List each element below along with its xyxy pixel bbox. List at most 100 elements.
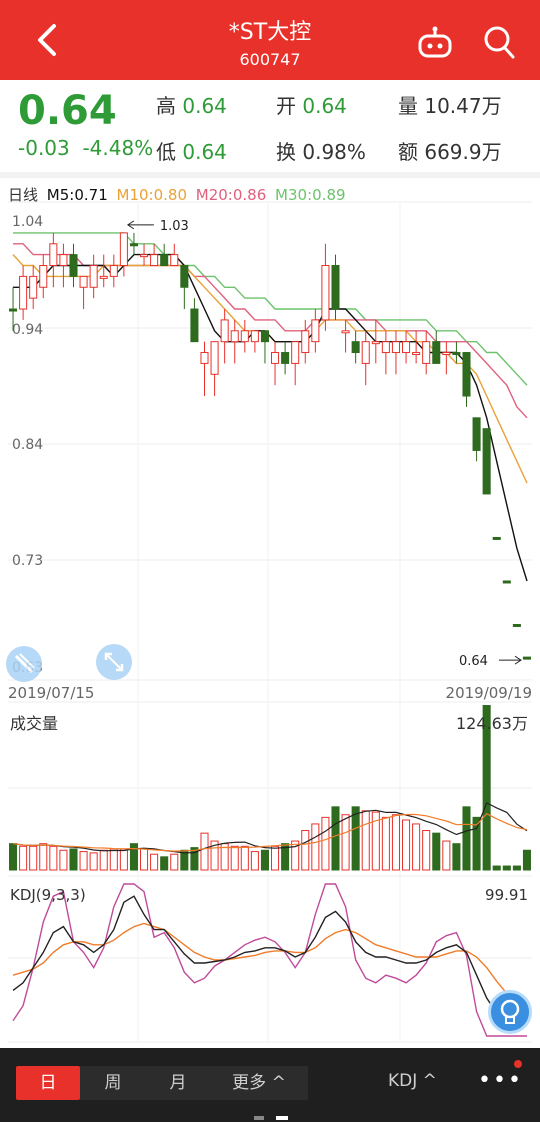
volume-bar bbox=[19, 845, 28, 871]
volume-bar bbox=[361, 810, 370, 871]
volume-bar bbox=[412, 823, 421, 871]
price-axis-label: 0.73 bbox=[12, 553, 43, 569]
candle bbox=[109, 265, 118, 277]
volume-bar bbox=[140, 848, 149, 871]
kdj-lines bbox=[12, 883, 528, 1037]
fullscreen-icon[interactable] bbox=[96, 644, 132, 680]
candle bbox=[119, 232, 128, 267]
candle bbox=[522, 656, 531, 660]
candle bbox=[99, 275, 108, 279]
candle bbox=[462, 352, 471, 397]
volume-max: 124.63万 bbox=[456, 714, 528, 733]
candle bbox=[210, 341, 219, 375]
candle bbox=[512, 623, 521, 627]
max-price-marker: 1.03 bbox=[160, 219, 189, 234]
start-date: 2019/07/15 bbox=[8, 684, 95, 702]
tab-month[interactable]: 月 bbox=[146, 1066, 210, 1100]
candle bbox=[79, 275, 88, 288]
candle bbox=[129, 243, 138, 247]
volume-bar bbox=[69, 848, 78, 871]
candle bbox=[402, 341, 411, 354]
candle bbox=[492, 536, 501, 540]
kdj_d-line bbox=[12, 922, 528, 1014]
candle bbox=[291, 341, 300, 364]
candle bbox=[432, 341, 441, 364]
page-indicator-active bbox=[276, 1116, 288, 1120]
candle bbox=[240, 330, 249, 343]
volume-bar bbox=[230, 845, 239, 871]
kdj-max: 99.91 bbox=[485, 886, 528, 904]
volume-bar bbox=[301, 830, 310, 871]
tab-week[interactable]: 周 bbox=[80, 1066, 146, 1100]
volume-bar bbox=[381, 816, 390, 871]
candle bbox=[391, 341, 400, 354]
volume-bar bbox=[422, 830, 431, 871]
chart-grid bbox=[8, 201, 532, 1043]
candle bbox=[341, 330, 350, 334]
more-menu-icon[interactable]: ••• bbox=[478, 1068, 523, 1093]
volume-bar bbox=[512, 865, 521, 871]
volume-bar bbox=[99, 849, 108, 871]
volume-bar bbox=[452, 843, 461, 871]
volume-bar bbox=[341, 814, 350, 871]
volume-bar bbox=[260, 849, 269, 871]
volume-bar bbox=[29, 845, 38, 871]
volume-bar bbox=[129, 843, 138, 871]
candle bbox=[281, 352, 290, 364]
volume-bar bbox=[200, 832, 209, 871]
candle bbox=[200, 352, 209, 364]
candles bbox=[9, 232, 531, 660]
lightbulb-icon[interactable] bbox=[488, 990, 532, 1034]
kdj_k-line bbox=[12, 895, 527, 1025]
volume-bar bbox=[311, 823, 320, 871]
volume-bar bbox=[160, 856, 169, 871]
kdj_j-line bbox=[12, 883, 527, 1037]
notification-dot bbox=[514, 1060, 522, 1068]
volume-bar bbox=[89, 852, 98, 871]
candle bbox=[230, 330, 239, 343]
candle bbox=[160, 254, 169, 267]
volume-bar bbox=[59, 849, 68, 871]
candle bbox=[220, 319, 229, 343]
price-axis-label: 0.94 bbox=[12, 322, 43, 338]
candle bbox=[381, 341, 390, 354]
volume-bar bbox=[9, 843, 18, 871]
volume-bar bbox=[250, 851, 259, 871]
ma10-line bbox=[12, 254, 528, 484]
end-date: 2019/09/19 bbox=[445, 684, 532, 702]
draw-line-icon[interactable] bbox=[6, 646, 42, 682]
volume-bar bbox=[150, 853, 159, 871]
candle bbox=[19, 275, 28, 310]
volume-bar bbox=[391, 814, 400, 871]
candle bbox=[89, 265, 98, 288]
volume-title: 成交量 bbox=[10, 714, 59, 733]
volume-bar bbox=[331, 806, 340, 871]
candle bbox=[69, 254, 78, 277]
volume-bar bbox=[119, 848, 128, 871]
candle bbox=[271, 352, 280, 364]
last-price-marker: 0.64 bbox=[459, 654, 488, 669]
volume-bar bbox=[240, 845, 249, 871]
indicator-selector[interactable]: KDJ ^ bbox=[388, 1071, 437, 1091]
volume-bar bbox=[402, 819, 411, 871]
ma30-line bbox=[13, 232, 528, 386]
tab-day[interactable]: 日 bbox=[16, 1066, 80, 1100]
candle bbox=[49, 243, 58, 267]
volume-bar bbox=[502, 865, 511, 871]
candle bbox=[9, 308, 18, 312]
price-axis: 1.040.940.840.730.63 bbox=[12, 214, 43, 676]
page-indicator bbox=[254, 1116, 264, 1120]
candle bbox=[190, 308, 199, 343]
candle bbox=[180, 265, 189, 288]
candle bbox=[422, 341, 431, 364]
volume-bar bbox=[271, 845, 280, 871]
candle bbox=[502, 580, 511, 584]
volume-bar bbox=[432, 832, 441, 871]
candle bbox=[321, 265, 330, 321]
candle bbox=[39, 265, 48, 288]
price-axis-label: 1.04 bbox=[12, 214, 43, 230]
volume-bar bbox=[522, 849, 531, 871]
volume-bar bbox=[321, 816, 330, 871]
candle bbox=[301, 330, 310, 354]
tab-more[interactable]: 更多 ^ bbox=[210, 1066, 308, 1100]
